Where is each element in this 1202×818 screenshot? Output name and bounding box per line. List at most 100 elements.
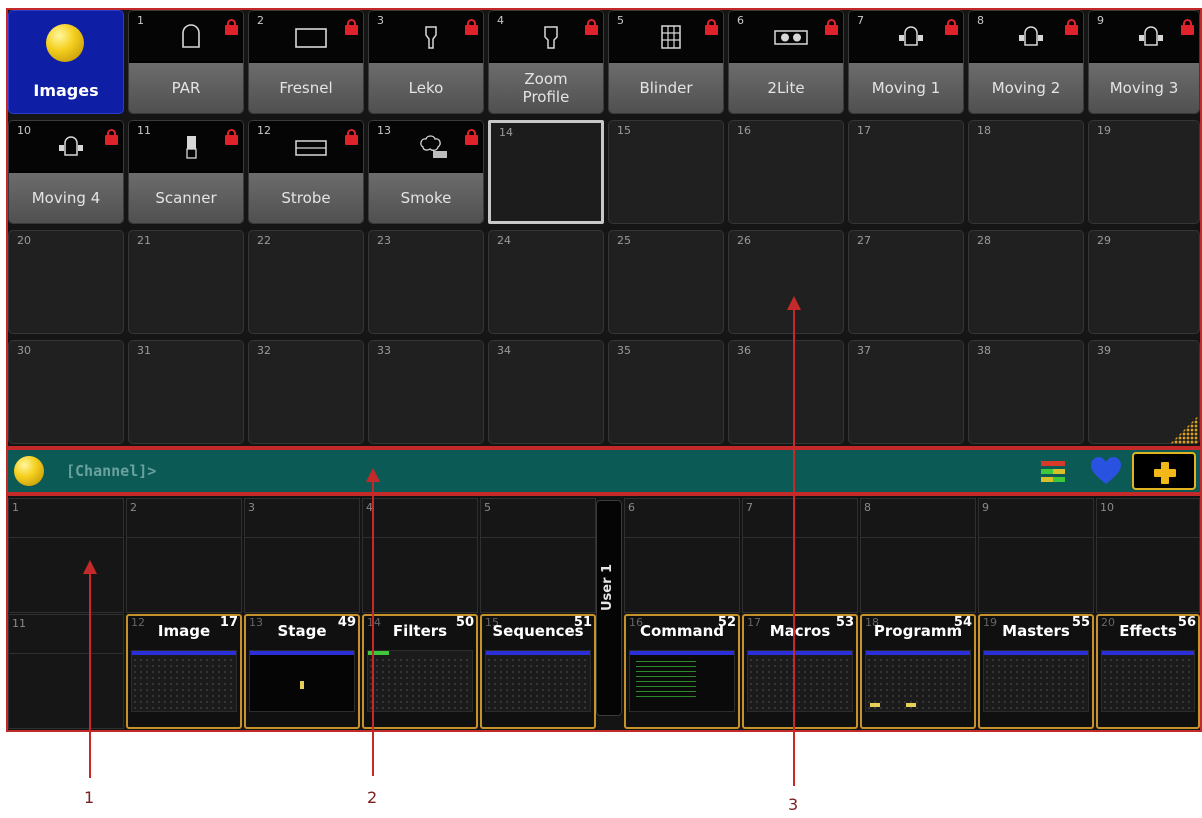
view-count: 49 [337, 615, 356, 630]
command-line-bar[interactable]: [Channel]> [6, 448, 1202, 494]
pool-cell-11[interactable]: 11 Scanner [128, 120, 244, 224]
pool-cell-number: 22 [257, 234, 271, 247]
pool-cell-empty[interactable]: 21 [128, 230, 244, 334]
pool-cell-10[interactable]: 10 Moving 4 [8, 120, 124, 224]
command-stack-icon[interactable] [1040, 460, 1066, 484]
command-line-prompt[interactable]: [Channel]> [66, 462, 156, 480]
pool-cell-empty[interactable]: 22 [248, 230, 364, 334]
two-lite-icon [774, 30, 808, 45]
pool-cell-number: 4 [497, 14, 504, 27]
pool-cell-label: Moving 4 [9, 173, 123, 223]
pool-cell-number: 10 [17, 124, 31, 137]
pool-cell-label: Moving 1 [849, 63, 963, 113]
pool-cell-label: Fresnel [249, 63, 363, 113]
pool-cell-empty[interactable]: 18 [968, 120, 1084, 224]
pool-cell-label: Moving 2 [969, 63, 1083, 113]
view-thumbnail [249, 650, 355, 712]
pool-cell-empty[interactable]: 25 [608, 230, 724, 334]
pool-cell-number: 8 [977, 14, 984, 27]
pool-cell-empty[interactable]: 31 [128, 340, 244, 444]
view-cell-empty[interactable]: 10 [1096, 498, 1200, 613]
pool-cell-empty[interactable]: 20 [8, 230, 124, 334]
pool-cell-empty[interactable]: 29 [1088, 230, 1200, 334]
pool-cell-12[interactable]: 12 Strobe [248, 120, 364, 224]
pool-cell-13[interactable]: 13 Smoke [368, 120, 484, 224]
view-button-macros[interactable]: 17 Macros 53 [742, 614, 858, 729]
view-button-programmer[interactable]: 18 Programm 54 [860, 614, 976, 729]
add-button[interactable] [1132, 452, 1196, 490]
pool-cell-number: 18 [977, 124, 991, 137]
ball-icon[interactable] [14, 456, 44, 486]
pool-cell-8[interactable]: 8 Moving 2 [968, 10, 1084, 114]
view-cell-empty[interactable]: 5 [480, 498, 596, 613]
view-cell-empty[interactable]: 1 [8, 498, 124, 613]
pool-cell-empty[interactable]: 24 [488, 230, 604, 334]
view-count: 51 [573, 615, 592, 630]
view-button-sequences[interactable]: 15 Sequences 51 [480, 614, 596, 729]
pool-cell-empty[interactable]: 16 [728, 120, 844, 224]
pool-cell-label: Moving 3 [1089, 63, 1199, 113]
lock-icon [105, 129, 118, 145]
view-cell-empty[interactable]: 9 [978, 498, 1094, 613]
pool-cell-label: Strobe [249, 173, 363, 223]
pool-cell-empty[interactable]: 38 [968, 340, 1084, 444]
pool-cell-empty[interactable]: 19 [1088, 120, 1200, 224]
lock-icon [465, 129, 478, 145]
images-pool-title-button[interactable]: Images [8, 10, 124, 114]
pool-cell-empty[interactable]: 28 [968, 230, 1084, 334]
pool-cell-empty[interactable]: 27 [848, 230, 964, 334]
view-thumbnail [747, 650, 853, 712]
pool-cell-empty[interactable]: 32 [248, 340, 364, 444]
lock-icon [945, 19, 958, 35]
pool-cell-empty[interactable]: 26 [728, 230, 844, 334]
pool-cell-number: 28 [977, 234, 991, 247]
pool-cell-empty[interactable]: 35 [608, 340, 724, 444]
pool-cell-number: 23 [377, 234, 391, 247]
user-tab[interactable]: User 1 [596, 500, 622, 716]
pool-cell-empty[interactable]: 36 [728, 340, 844, 444]
view-cell-empty[interactable]: 6 [624, 498, 740, 613]
moving-head-icon [899, 26, 923, 46]
pool-cell-empty[interactable]: 15 [608, 120, 724, 224]
pool-cell-empty[interactable]: 23 [368, 230, 484, 334]
view-cell-number: 3 [248, 501, 255, 514]
heart-icon[interactable] [1090, 456, 1122, 486]
view-cell-empty[interactable]: 4 [362, 498, 478, 613]
blinder-icon [661, 25, 681, 49]
pool-cell-empty[interactable]: 37 [848, 340, 964, 444]
par-icon [182, 24, 200, 48]
pool-cell-6[interactable]: 6 2Lite [728, 10, 844, 114]
view-cell-empty[interactable]: 2 [126, 498, 242, 613]
view-button-effects[interactable]: 20 Effects 56 [1096, 614, 1200, 729]
pool-cell-empty[interactable]: 17 [848, 120, 964, 224]
view-button-stage[interactable]: 13 Stage 49 [244, 614, 360, 729]
callout-3-line [793, 308, 795, 786]
view-cell-empty[interactable]: 8 [860, 498, 976, 613]
pool-cell-5[interactable]: 5 Blinder [608, 10, 724, 114]
pool-cell-3[interactable]: 3 Leko [368, 10, 484, 114]
view-button-filters[interactable]: 14 Filters 50 [362, 614, 478, 729]
view-button-image[interactable]: 12 Image 17 [126, 614, 242, 729]
pool-cell-number: 35 [617, 344, 631, 357]
pool-cell-4[interactable]: 4 Zoom Profile [488, 10, 604, 114]
pool-cell-1[interactable]: 1 PAR [128, 10, 244, 114]
view-cell-empty[interactable]: 3 [244, 498, 360, 613]
view-cell-empty[interactable]: 7 [742, 498, 858, 613]
pool-cell-9[interactable]: 9 Moving 3 [1088, 10, 1200, 114]
pool-cell-2[interactable]: 2 Fresnel [248, 10, 364, 114]
pool-cell-empty[interactable]: 39 [1088, 340, 1200, 444]
lock-icon [1181, 19, 1194, 35]
pool-cell-empty[interactable]: 33 [368, 340, 484, 444]
pool-cell-14-selected[interactable]: 14 [488, 120, 604, 224]
callout-2-label: 2 [367, 788, 378, 807]
pool-cell-empty[interactable]: 30 [8, 340, 124, 444]
view-button-command[interactable]: 16 Command 52 [624, 614, 740, 729]
view-cell-empty[interactable]: 11 [8, 614, 124, 729]
lock-icon [1065, 19, 1078, 35]
pool-cell-number: 29 [1097, 234, 1111, 247]
view-cell-number: 5 [484, 501, 491, 514]
pool-cell-7[interactable]: 7 Moving 1 [848, 10, 964, 114]
pool-cell-empty[interactable]: 34 [488, 340, 604, 444]
view-button-masters[interactable]: 19 Masters 55 [978, 614, 1094, 729]
lock-icon [465, 19, 478, 35]
